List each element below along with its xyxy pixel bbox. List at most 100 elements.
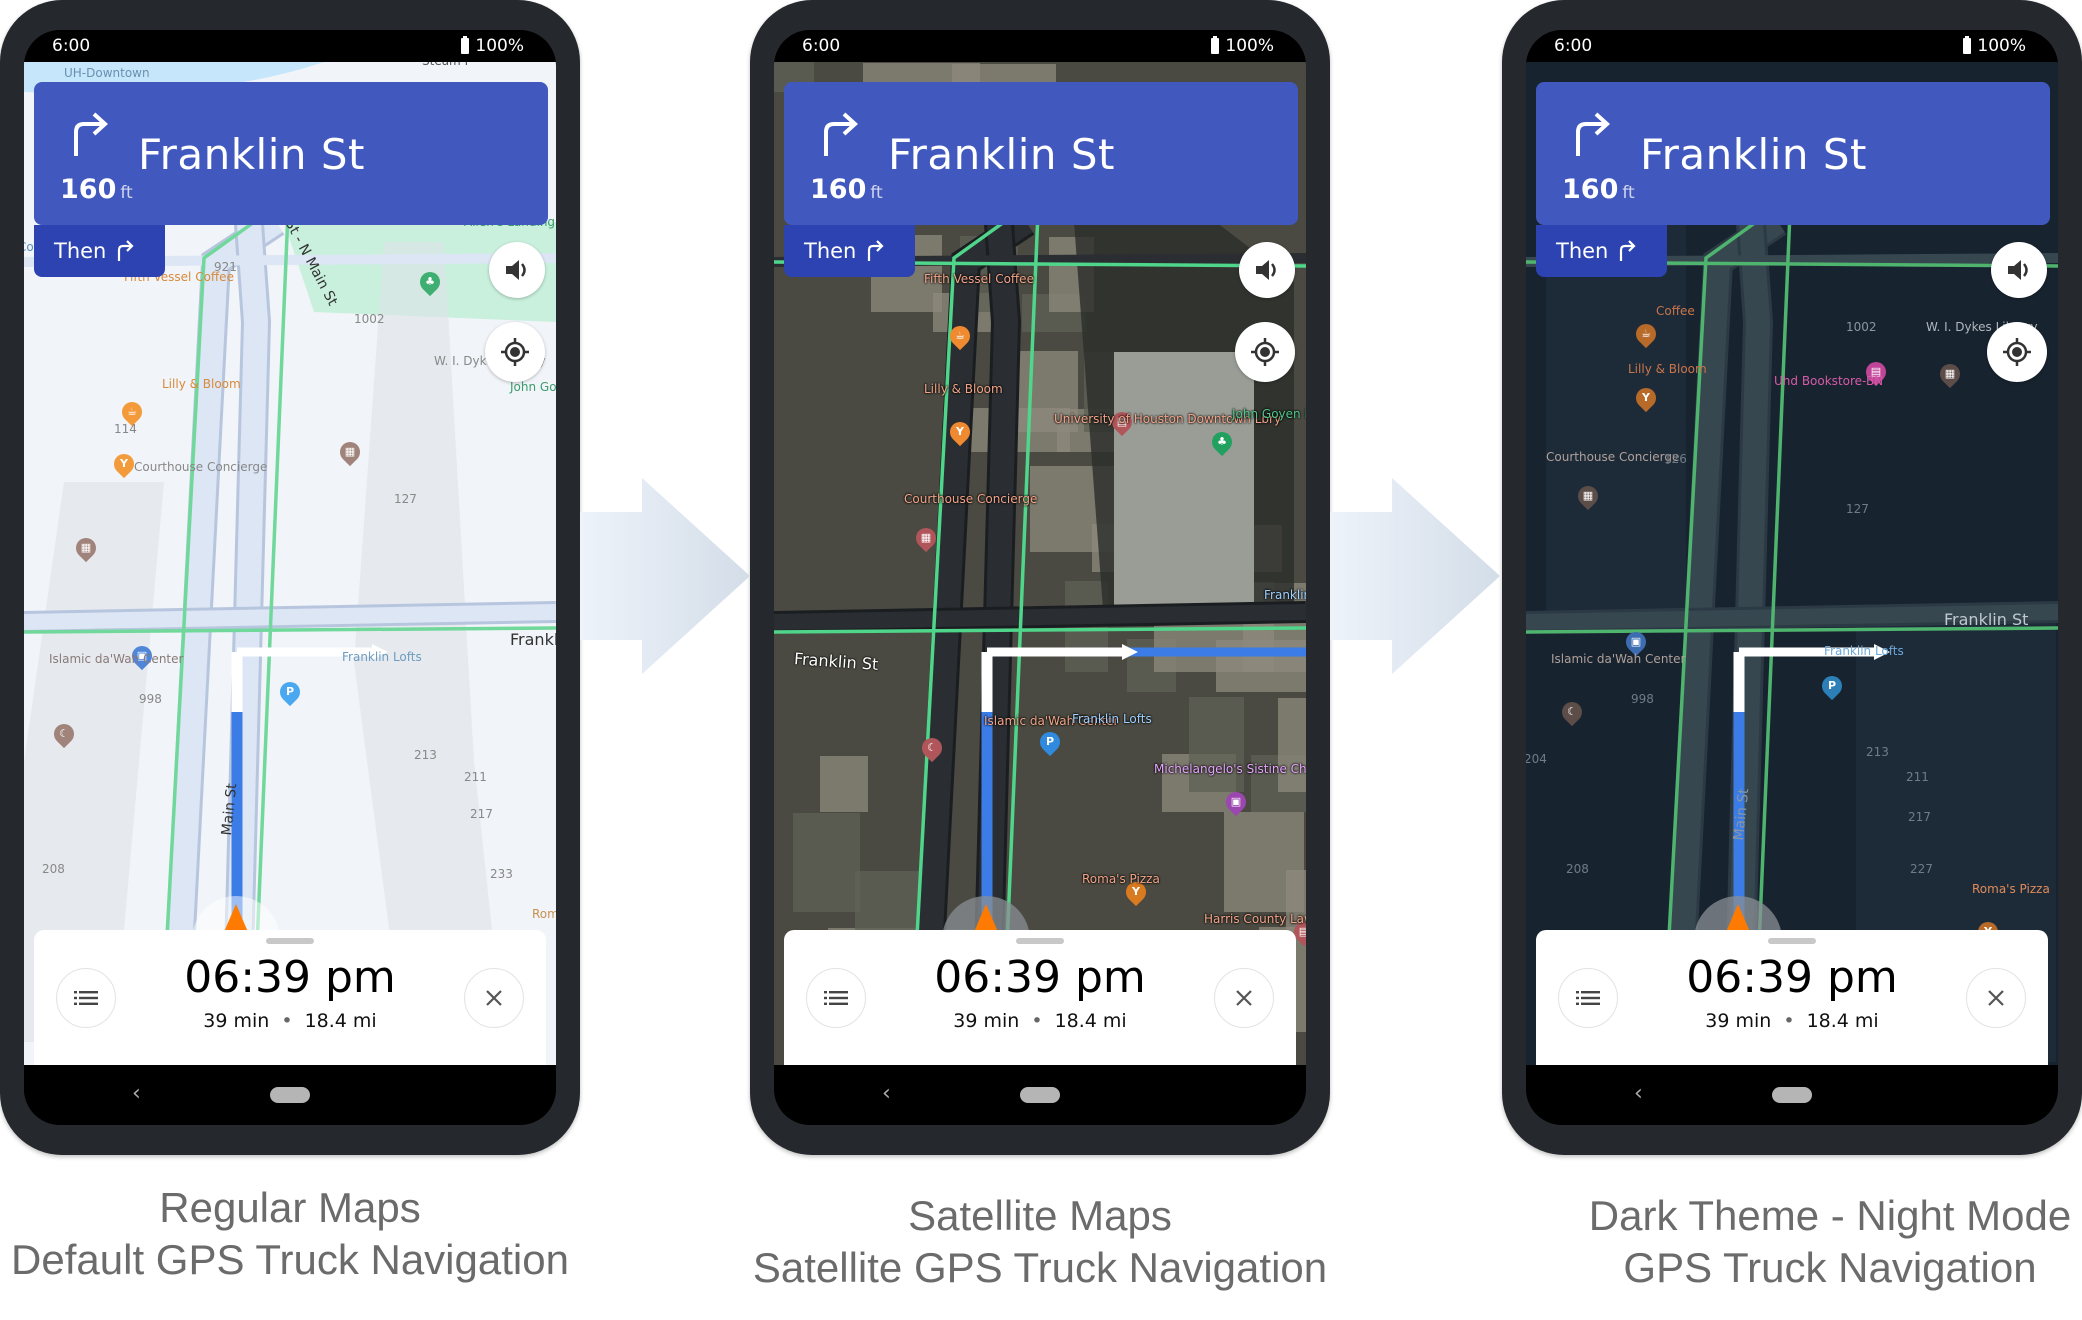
- map-label: 227: [1910, 862, 1933, 876]
- back-button[interactable]: ‹: [1634, 1081, 1643, 1106]
- then-maneuver[interactable]: Then: [784, 225, 915, 277]
- poi-marker-icon[interactable]: P: [275, 677, 305, 707]
- turn-right-icon: [74, 112, 108, 156]
- map-label: Roma's Pizza: [1082, 872, 1160, 886]
- recenter-button[interactable]: [1235, 322, 1295, 382]
- battery-icon: [1211, 36, 1220, 54]
- poi-marker-icon[interactable]: ☾: [49, 719, 79, 749]
- phone-regular: ☕Y▦▦♣PP☾▣UH-DowntownSteam FCommerce921Fi…: [0, 0, 580, 1155]
- poi-marker-icon[interactable]: ☕: [945, 321, 975, 351]
- end-navigation-button[interactable]: [1966, 968, 2026, 1028]
- distance-value: 160: [1562, 174, 1619, 205]
- caption-subtitle: Default GPS Truck Navigation: [11, 1236, 569, 1283]
- trip-summary-sheet[interactable]: 06:39 pm 39 min • 18.4 mi: [1536, 930, 2048, 1065]
- poi-marker-icon[interactable]: ♣: [415, 267, 445, 297]
- distance-unit: ft: [870, 183, 883, 203]
- distance-value: 160: [60, 174, 117, 205]
- maneuver-banner[interactable]: 160 ft Franklin St: [784, 82, 1298, 225]
- home-button[interactable]: [1772, 1087, 1812, 1103]
- trip-duration: 39 min: [1705, 1010, 1772, 1032]
- caption-dark: Dark Theme - Night Mode GPS Truck Naviga…: [1560, 1190, 2082, 1294]
- trip-distance: 18.4 mi: [304, 1010, 377, 1032]
- battery-icon: [1963, 36, 1972, 54]
- map-label: 126: [1664, 452, 1687, 466]
- map-label: 213: [1866, 745, 1889, 759]
- trip-summary-sheet[interactable]: 06:39 pm 39 min • 18.4 mi: [784, 930, 1296, 1065]
- map-label: Franklin Lofts: [342, 650, 422, 664]
- turn-right-small-icon: [118, 240, 134, 261]
- maneuver-distance: 160 ft: [60, 174, 133, 205]
- map-label: John Goyen Park: [1232, 407, 1306, 421]
- poi-marker-icon[interactable]: ▦: [1573, 481, 1603, 511]
- volume-button[interactable]: [489, 242, 545, 298]
- poi-marker-icon[interactable]: Y: [945, 417, 975, 447]
- map-label: Franklin Lofts: [1824, 644, 1904, 658]
- map-label: Courthouse Concierge: [904, 492, 1038, 506]
- map-label: Roma's Pizza: [1972, 882, 2050, 896]
- recenter-button[interactable]: [1987, 322, 2047, 382]
- transition-arrow-1: [580, 478, 750, 674]
- poi-marker-icon[interactable]: P: [1817, 671, 1847, 701]
- map-label: 127: [1846, 502, 1869, 516]
- close-icon: [1236, 990, 1252, 1006]
- home-button[interactable]: [270, 1087, 310, 1103]
- volume-button[interactable]: [1991, 242, 2047, 298]
- poi-marker-icon[interactable]: ☾: [1557, 697, 1587, 727]
- distance-value: 160: [810, 174, 867, 205]
- locate-icon: [501, 338, 529, 366]
- separator: •: [1783, 1010, 1795, 1032]
- volume-icon: [1256, 260, 1276, 280]
- poi-marker-icon[interactable]: ☾: [917, 733, 947, 763]
- status-time: 6:00: [802, 36, 841, 56]
- sheet-drag-handle[interactable]: [266, 938, 314, 944]
- end-navigation-button[interactable]: [1214, 968, 1274, 1028]
- maneuver-banner[interactable]: 160 ft Franklin St: [34, 82, 548, 225]
- then-maneuver[interactable]: Then: [34, 225, 165, 277]
- map-label: Franklin St: [1944, 610, 2029, 629]
- caption-title: Dark Theme - Night Mode: [1588, 1192, 2072, 1239]
- poi-marker-icon[interactable]: ▦: [911, 523, 941, 553]
- map-label: Courthouse Concierge: [1546, 450, 1680, 464]
- android-nav-bar: ‹: [774, 1065, 1306, 1125]
- map-label: John Goyen P: [510, 380, 556, 394]
- status-bar: 6:00 100%: [24, 30, 556, 62]
- close-icon: [1988, 990, 2004, 1006]
- then-maneuver[interactable]: Then: [1536, 225, 1667, 277]
- separator: •: [1031, 1010, 1043, 1032]
- phone-screen: ☕ Y ▦ ▤ ♣ ☾ P ▣ Y ▤ Fifth Vessel Coffee Lilly & Blo…: [774, 30, 1306, 1125]
- android-nav-bar: ‹: [24, 1065, 556, 1125]
- map-label: Lilly & Bloom: [1628, 362, 1707, 376]
- poi-marker-icon[interactable]: ☕: [1631, 319, 1661, 349]
- trip-summary-sheet[interactable]: 06:39 pm 39 min • 18.4 mi: [34, 930, 546, 1065]
- map-label: 1002: [354, 312, 385, 326]
- status-bar: 6:00 100%: [774, 30, 1306, 62]
- map-label: Islamic da'Wah Center: [49, 652, 184, 666]
- poi-marker-icon[interactable]: ▣: [1221, 787, 1251, 817]
- poi-marker-icon[interactable]: ▦: [1935, 359, 1965, 389]
- poi-marker-icon[interactable]: P: [1035, 727, 1065, 757]
- volume-button[interactable]: [1239, 242, 1295, 298]
- sheet-drag-handle[interactable]: [1768, 938, 1816, 944]
- home-button[interactable]: [1020, 1087, 1060, 1103]
- map-label: 213: [414, 748, 437, 762]
- map-label: Lilly & Bloom: [162, 377, 241, 391]
- poi-marker-icon[interactable]: ▦: [71, 533, 101, 563]
- back-button[interactable]: ‹: [882, 1081, 891, 1106]
- then-label: Then: [1556, 239, 1609, 263]
- poi-marker-icon[interactable]: ▦: [335, 437, 365, 467]
- poi-marker-icon[interactable]: ♣: [1207, 427, 1237, 457]
- maneuver-banner[interactable]: 160 ft Franklin St: [1536, 82, 2050, 225]
- poi-marker-icon[interactable]: Y: [1631, 383, 1661, 413]
- end-navigation-button[interactable]: [464, 968, 524, 1028]
- maneuver-distance: 160 ft: [810, 174, 883, 205]
- back-button[interactable]: ‹: [132, 1081, 141, 1106]
- caption-subtitle: Satellite GPS Truck Navigation: [752, 1244, 1328, 1291]
- status-time: 6:00: [1554, 36, 1593, 56]
- turn-right-icon: [1576, 112, 1610, 156]
- maneuver-street: Franklin St: [138, 130, 365, 179]
- recenter-button[interactable]: [485, 322, 545, 382]
- battery-percent: 100%: [475, 36, 524, 56]
- status-time: 6:00: [52, 36, 91, 56]
- sheet-drag-handle[interactable]: [1016, 938, 1064, 944]
- status-bar: 6:00 100%: [1526, 30, 2058, 62]
